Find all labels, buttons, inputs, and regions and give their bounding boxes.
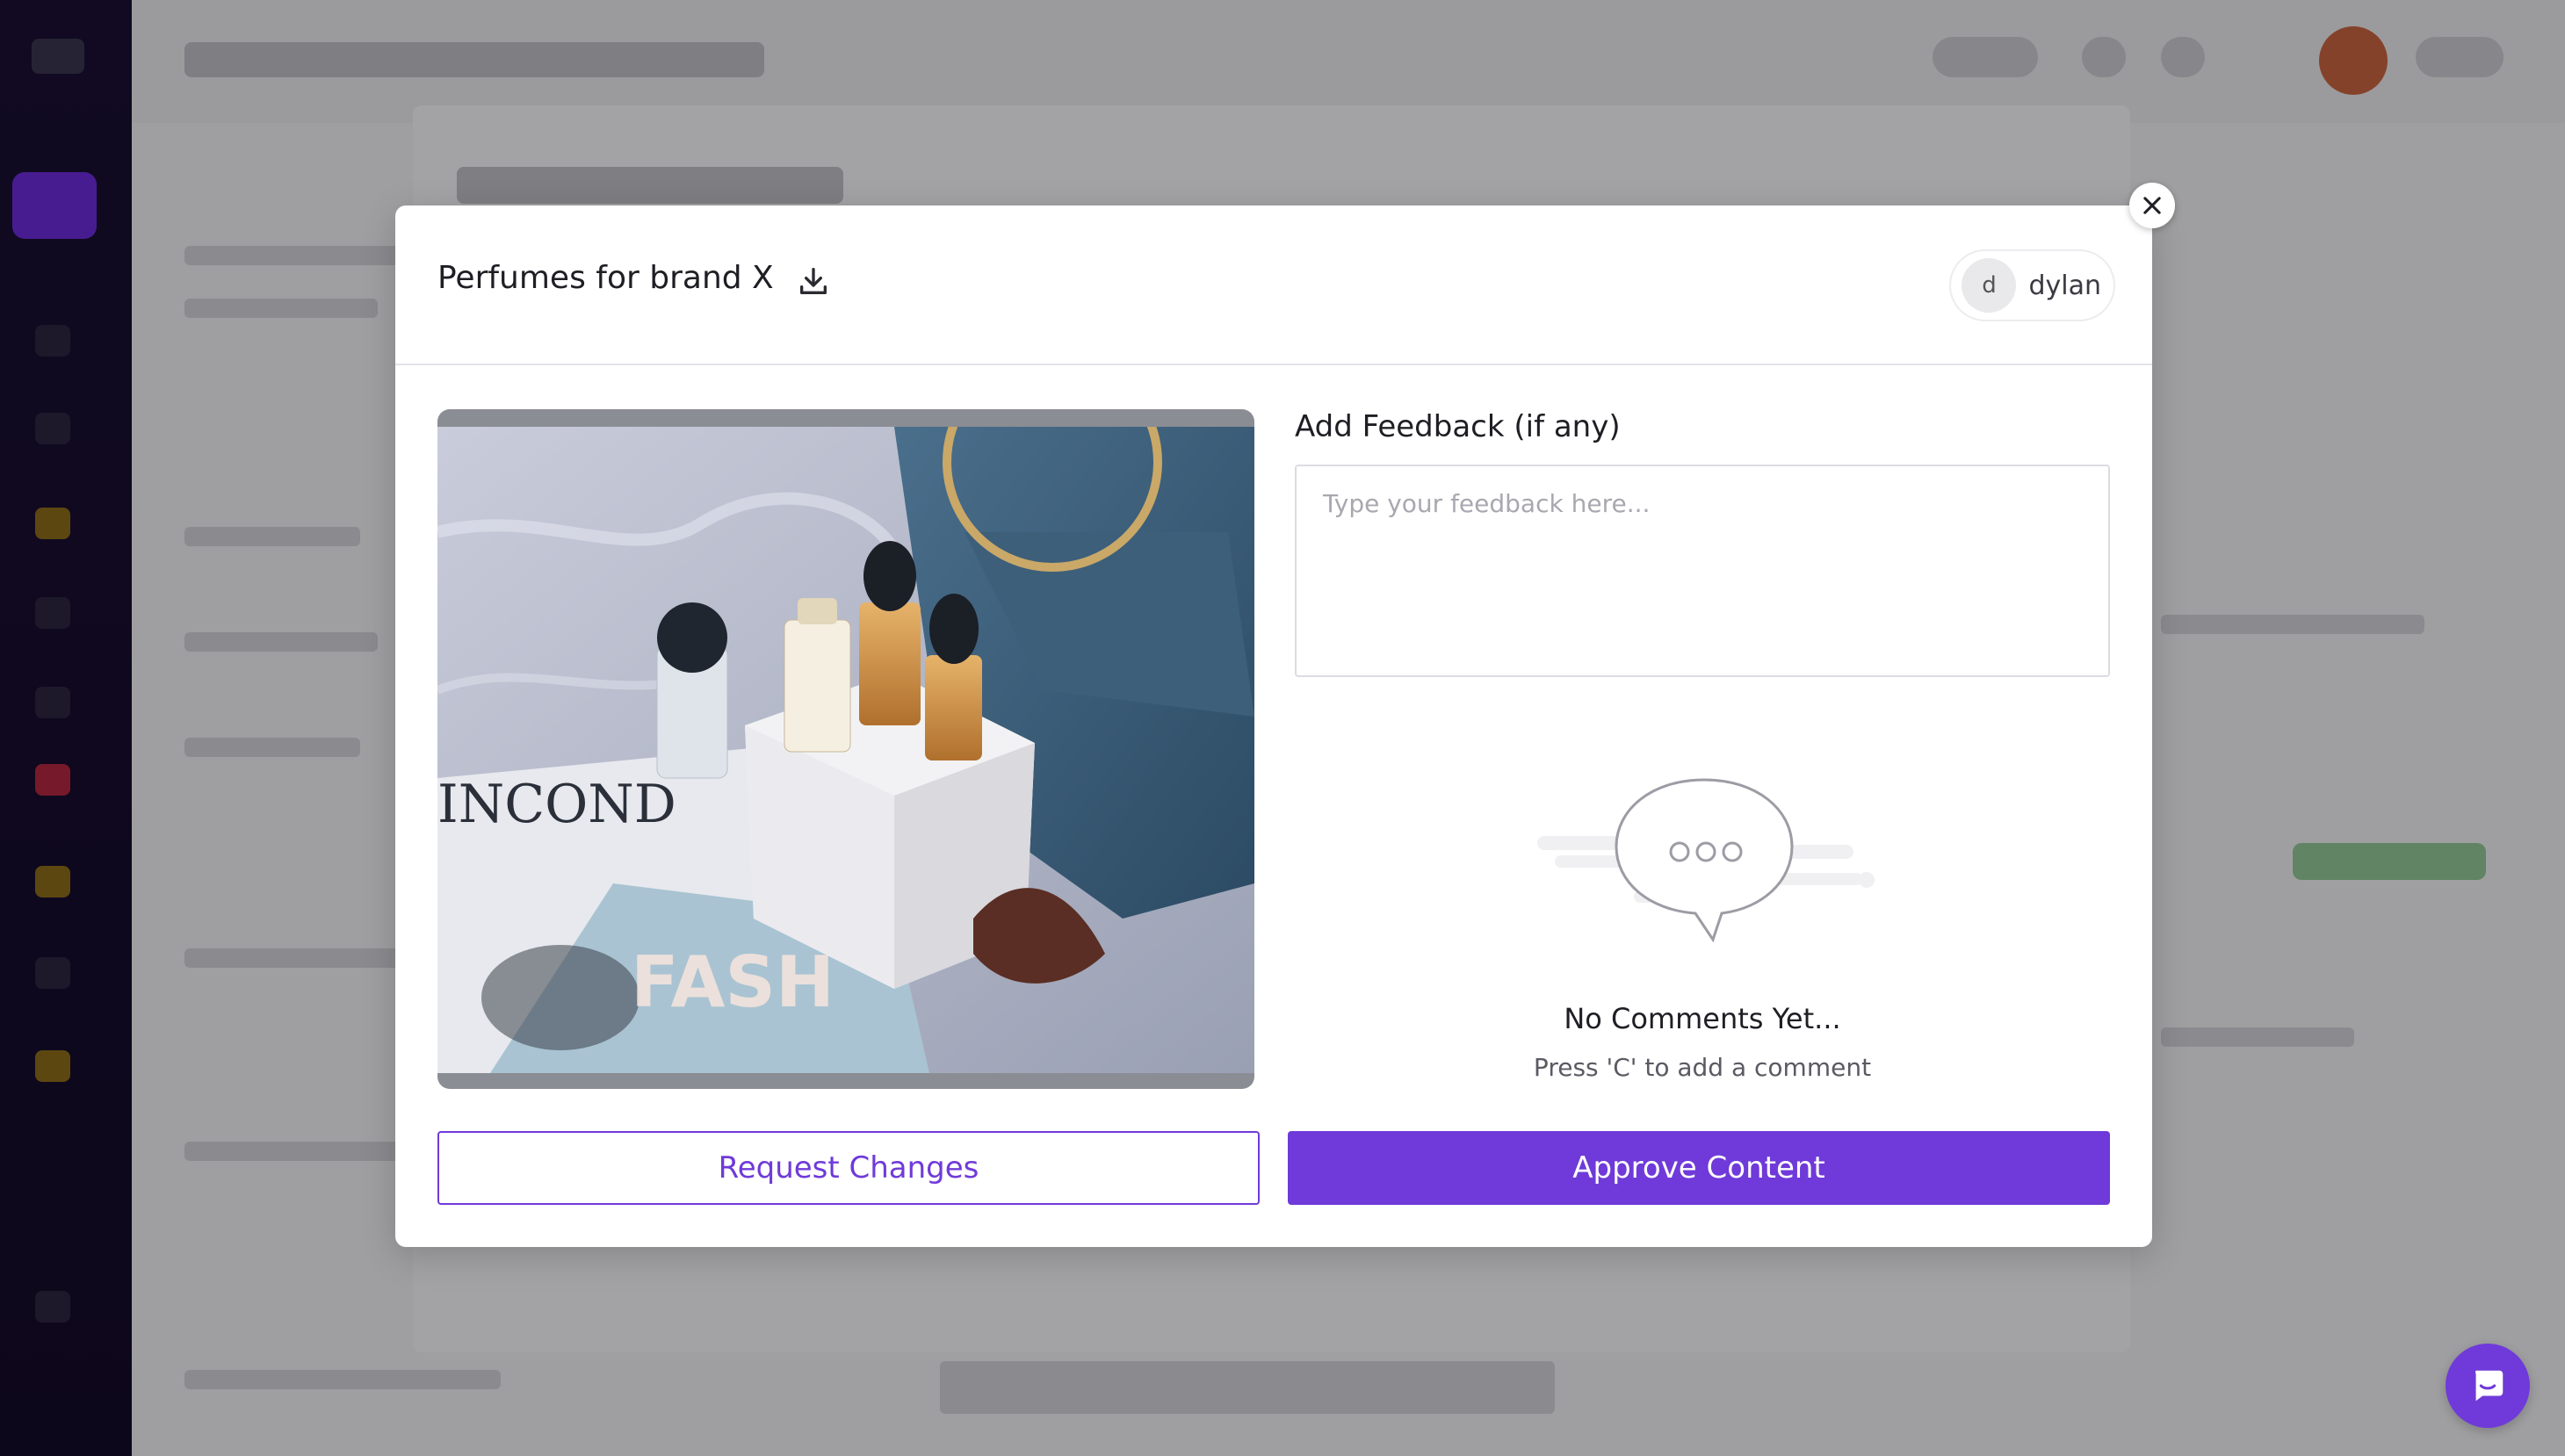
request-changes-button[interactable]: Request Changes bbox=[437, 1131, 1260, 1205]
close-icon bbox=[2143, 197, 2161, 214]
modal-title: Perfumes for brand X bbox=[437, 260, 774, 296]
user-name: dylan bbox=[2028, 270, 2101, 301]
chat-icon bbox=[2475, 1370, 2504, 1402]
feedback-input[interactable] bbox=[1295, 465, 2110, 677]
modal-header: Perfumes for brand X d dylan bbox=[395, 205, 2152, 365]
speech-bubble-icon bbox=[1537, 778, 1875, 943]
close-modal-button[interactable] bbox=[2129, 183, 2175, 228]
download-icon[interactable] bbox=[796, 263, 831, 299]
perfume-photo: INCOND FASH bbox=[437, 427, 1254, 1073]
support-chat-button[interactable] bbox=[2446, 1344, 2530, 1428]
content-preview-image[interactable]: INCOND FASH bbox=[437, 409, 1254, 1089]
avatar: d bbox=[1962, 258, 2017, 313]
assigned-user-chip[interactable]: d dylan bbox=[1949, 249, 2115, 321]
no-comments-hint: Press 'C' to add a comment bbox=[1533, 1053, 1872, 1082]
approve-content-button[interactable]: Approve Content bbox=[1288, 1131, 2110, 1205]
feedback-label: Add Feedback (if any) bbox=[1295, 409, 1621, 444]
content-review-modal: Perfumes for brand X d dylan INCOND FASH… bbox=[395, 205, 2152, 1247]
svg-text:FASH: FASH bbox=[631, 941, 835, 1023]
no-comments-title: No Comments Yet... bbox=[1564, 1002, 1841, 1035]
svg-text:INCOND: INCOND bbox=[437, 774, 676, 835]
